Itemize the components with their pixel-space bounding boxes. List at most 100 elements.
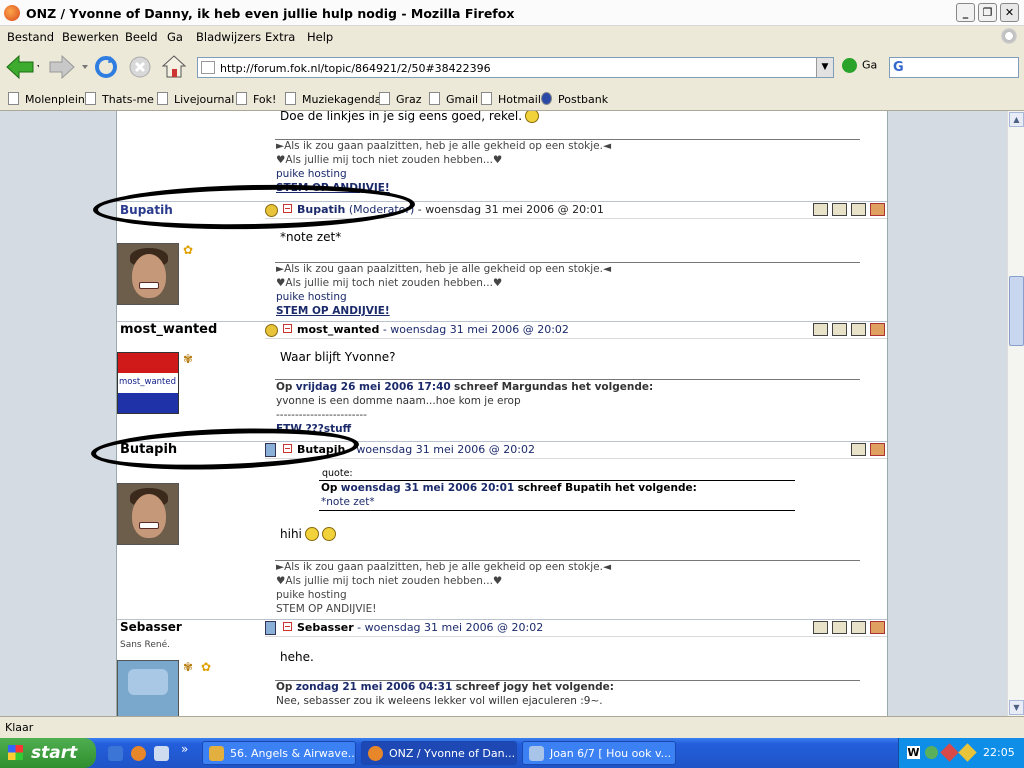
post-author-link[interactable]: Butapih <box>297 443 345 456</box>
signature-link[interactable]: puike hosting <box>276 167 611 181</box>
post-tools <box>809 203 885 216</box>
scroll-down-button[interactable]: ▼ <box>1009 700 1024 715</box>
profile-icon[interactable] <box>851 323 866 336</box>
menu-bewerken[interactable]: Bewerken <box>62 30 119 44</box>
profile-icon[interactable] <box>851 621 866 634</box>
post-author-link[interactable]: most_wanted <box>297 323 379 336</box>
menu-extra[interactable]: Extra <box>265 30 295 44</box>
forum-post: Doe de linkjes in je sig eens goed, reke… <box>117 111 887 197</box>
address-dropdown-button[interactable]: ▼ <box>816 58 833 77</box>
search-box[interactable]: G <box>889 57 1019 78</box>
stop-icon[interactable] <box>128 54 152 80</box>
quicklaunch-outlook-icon[interactable] <box>154 746 169 761</box>
bookmark-fok[interactable]: Fok! <box>236 92 276 106</box>
bookmark-label: Molenplein <box>25 93 85 106</box>
post-username[interactable]: Bupatih <box>120 203 173 217</box>
tray-w-icon[interactable]: W <box>907 746 920 759</box>
report-icon[interactable] <box>870 203 885 216</box>
post-username[interactable]: Sebasser <box>120 620 182 634</box>
home-icon[interactable] <box>832 621 847 634</box>
forward-arrow-icon[interactable] <box>48 54 90 80</box>
pda-icon <box>265 621 276 635</box>
start-button[interactable]: start <box>0 738 96 768</box>
quote-author: schreef jogy het volgende: <box>455 681 614 693</box>
start-label: start <box>31 743 78 763</box>
taskbar-item[interactable]: 56. Angels & Airwave... <box>202 741 356 765</box>
address-bar[interactable]: http://forum.fok.nl/topic/864921/2/50#38… <box>197 57 834 78</box>
signature-link[interactable]: puike hosting <box>276 290 611 304</box>
forum-post: Sebasser Sans René. ✾ ✿ Sebasser - woens… <box>117 619 887 716</box>
bookmark-molenplein[interactable]: Molenplein <box>8 92 85 106</box>
menu-beeld[interactable]: Beeld <box>125 30 158 44</box>
home-icon[interactable] <box>832 323 847 336</box>
bookmark-livejournal[interactable]: Livejournal <box>157 92 234 106</box>
title-bar: ONZ / Yvonne of Danny, ik heb even julli… <box>0 0 1024 26</box>
quote-label: quote: <box>322 468 353 479</box>
tray-alert-icon[interactable] <box>940 743 959 762</box>
tray-messenger-icon[interactable] <box>925 746 938 759</box>
profile-icon[interactable] <box>851 203 866 216</box>
quote-date[interactable]: woensdag 31 mei 2006 20:01 <box>341 482 514 494</box>
report-icon[interactable] <box>870 621 885 634</box>
go-button[interactable]: Ga <box>842 58 877 73</box>
quote-date[interactable]: zondag 21 mei 2006 04:31 <box>296 681 452 693</box>
menu-ga[interactable]: Ga <box>167 30 183 44</box>
home-icon[interactable] <box>832 203 847 216</box>
bookmark-hotmail[interactable]: Hotmail <box>481 92 541 106</box>
page-icon <box>379 92 390 105</box>
address-text[interactable]: http://forum.fok.nl/topic/864921/2/50#38… <box>220 62 491 75</box>
collapse-icon[interactable] <box>283 444 292 453</box>
camera-icon[interactable] <box>813 621 828 634</box>
post-tools <box>809 323 885 336</box>
camera-icon[interactable] <box>813 323 828 336</box>
bookmark-graz[interactable]: Graz <box>379 92 422 106</box>
taskbar-item-active[interactable]: ONZ / Yvonne of Dan... <box>361 741 517 765</box>
menu-bestand[interactable]: Bestand <box>7 30 54 44</box>
chevron-icon[interactable]: » <box>181 742 188 756</box>
scroll-up-button[interactable]: ▲ <box>1009 112 1024 127</box>
home-icon[interactable] <box>161 54 187 80</box>
page-content: Doe de linkjes in je sig eens goed, reke… <box>0 111 1007 716</box>
collapse-icon[interactable] <box>283 622 292 631</box>
back-arrow-icon[interactable] <box>5 54 39 80</box>
post-author-link[interactable]: Sebasser <box>297 621 354 634</box>
bookmark-muziekagenda[interactable]: Muziekagenda <box>285 92 381 106</box>
report-icon[interactable] <box>870 323 885 336</box>
maximize-button[interactable]: ❐ <box>978 3 997 22</box>
reload-icon[interactable] <box>94 54 118 80</box>
camera-icon[interactable] <box>813 203 828 216</box>
profile-icon[interactable] <box>851 443 866 456</box>
signature: ►Als ik zou gaan paalzitten, heb je alle… <box>276 262 611 318</box>
bookmark-thats-me[interactable]: Thats-me <box>85 92 154 106</box>
minimize-button[interactable]: _ <box>956 3 975 22</box>
post-username[interactable]: most_wanted <box>120 322 217 337</box>
signature-link[interactable]: FTW ???stuff <box>276 422 653 432</box>
menu-help[interactable]: Help <box>307 30 333 44</box>
post-username[interactable]: Butapih <box>120 442 177 457</box>
bookmark-label: Hotmail <box>498 93 541 106</box>
avatar: most_wanted <box>117 352 179 414</box>
post-author-link[interactable]: Bupatih <box>297 203 345 216</box>
menu-bladwijzers[interactable]: Bladwijzers <box>196 30 261 44</box>
scroll-thumb[interactable] <box>1009 276 1024 346</box>
report-icon[interactable] <box>870 443 885 456</box>
avatar <box>117 660 179 716</box>
post-tools <box>847 443 885 456</box>
page-icon <box>429 92 440 105</box>
quote-text: Nee, sebasser zou ik weleens lekker vol … <box>276 695 603 707</box>
bookmark-gmail[interactable]: Gmail <box>429 92 478 106</box>
quicklaunch-ie-icon[interactable] <box>108 746 123 761</box>
collapse-icon[interactable] <box>283 204 292 213</box>
bookmark-postbank[interactable]: Postbank <box>541 92 608 106</box>
signature-link[interactable]: STEM OP ANDIJVIE! <box>276 304 611 318</box>
taskbar-item[interactable]: Joan 6/7 [ Hou ook v... <box>522 741 676 765</box>
collapse-icon[interactable] <box>283 324 292 333</box>
vertical-scrollbar[interactable]: ▲ ▼ <box>1007 111 1024 716</box>
tray-pencil-icon[interactable] <box>958 743 977 762</box>
signature-link[interactable]: STEM OP ANDIJVIE! <box>276 181 611 195</box>
forum-post: most_wanted most_wanted ✾ most_wanted - … <box>117 321 887 441</box>
quote-date[interactable]: vrijdag 26 mei 2006 17:40 <box>296 381 451 393</box>
quicklaunch-firefox-icon[interactable] <box>131 746 146 761</box>
close-button[interactable]: ✕ <box>1000 3 1019 22</box>
firefox-icon <box>4 5 20 21</box>
